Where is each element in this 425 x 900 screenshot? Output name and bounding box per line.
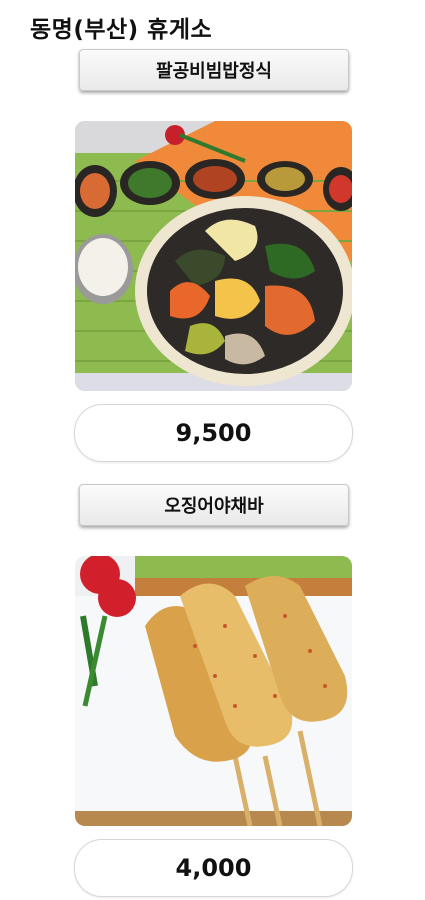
- menu-item-name-button[interactable]: 오징어야채바: [79, 484, 349, 526]
- menu-item-price: 4,000: [74, 839, 353, 897]
- menu-item-price: 9,500: [74, 404, 353, 462]
- fish-cake-bar-photo[interactable]: [75, 556, 352, 826]
- page-title: 동명(부산) 휴게소: [30, 17, 213, 43]
- bibimbap-photo[interactable]: [75, 121, 352, 391]
- menu-item-name-button[interactable]: 팔공비빔밥정식: [79, 49, 349, 91]
